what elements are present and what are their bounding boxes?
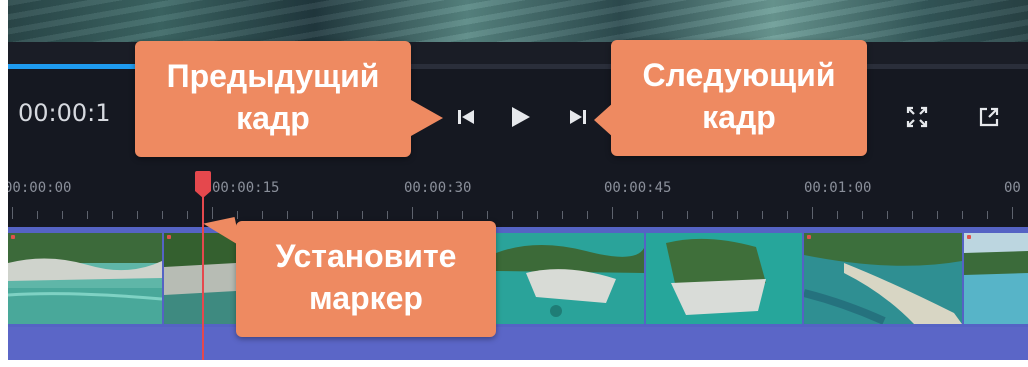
open-external-icon bbox=[977, 105, 1001, 133]
playhead-marker[interactable] bbox=[193, 171, 213, 199]
callout-pointer bbox=[594, 102, 614, 138]
ruler-tick bbox=[1012, 207, 1013, 219]
ruler-tick bbox=[237, 211, 238, 219]
callout-line: Установите bbox=[275, 238, 457, 274]
ruler-label: 00:01:00 bbox=[804, 180, 872, 196]
ruler-label: 00:00:15 bbox=[212, 180, 280, 196]
ruler-label: 00 bbox=[1004, 180, 1021, 196]
ruler-tick bbox=[937, 211, 938, 219]
ruler-tick bbox=[12, 207, 13, 219]
ruler-label: 00:00:00 bbox=[8, 180, 72, 196]
callout-line: маркер bbox=[309, 280, 423, 316]
ruler-tick bbox=[87, 211, 88, 219]
ruler-tick bbox=[762, 211, 763, 219]
ruler-tick bbox=[212, 207, 213, 219]
ruler-tick bbox=[462, 211, 463, 219]
video-clip[interactable] bbox=[496, 233, 644, 324]
callout-line: кадр bbox=[236, 100, 310, 136]
ruler-tick bbox=[662, 211, 663, 219]
ruler-tick bbox=[437, 211, 438, 219]
video-clip[interactable] bbox=[964, 233, 1028, 324]
play-icon bbox=[507, 104, 533, 134]
ruler-tick bbox=[162, 211, 163, 219]
video-clip[interactable] bbox=[8, 233, 162, 324]
ruler-tick bbox=[637, 211, 638, 219]
next-frame-button[interactable] bbox=[563, 104, 593, 134]
callout-line: Следующий bbox=[642, 57, 836, 93]
ruler-tick bbox=[37, 211, 38, 219]
ruler-tick bbox=[262, 211, 263, 219]
ruler-tick bbox=[862, 211, 863, 219]
ruler-tick bbox=[712, 211, 713, 219]
ruler-tick bbox=[737, 211, 738, 219]
playhead-line bbox=[202, 186, 204, 360]
ruler-tick bbox=[537, 211, 538, 219]
ruler-tick bbox=[312, 211, 313, 219]
ruler-tick bbox=[112, 211, 113, 219]
video-track bbox=[8, 227, 1028, 327]
ruler-tick bbox=[987, 211, 988, 219]
timecode: 00:00:1 bbox=[18, 99, 111, 127]
play-button[interactable] bbox=[505, 104, 535, 134]
ruler-tick bbox=[687, 211, 688, 219]
callout-next-frame: Следующий кадр bbox=[611, 40, 867, 156]
ruler-tick bbox=[387, 211, 388, 219]
video-clip[interactable] bbox=[646, 233, 802, 324]
ruler-tick bbox=[362, 211, 363, 219]
ruler-label: 00:00:45 bbox=[604, 180, 672, 196]
callout-line: кадр bbox=[702, 99, 776, 135]
callout-previous-frame: Предыдущий кадр bbox=[135, 41, 411, 157]
skip-next-icon bbox=[566, 105, 590, 133]
ruler-tick bbox=[787, 211, 788, 219]
skip-previous-icon bbox=[454, 105, 478, 133]
ruler-tick bbox=[587, 211, 588, 219]
ruler-tick bbox=[512, 211, 513, 219]
popout-button[interactable] bbox=[974, 104, 1004, 134]
callout-set-marker: Установите маркер bbox=[236, 221, 496, 337]
fullscreen-button[interactable] bbox=[902, 104, 932, 134]
ruler-tick bbox=[412, 207, 413, 219]
callout-line: Предыдущий bbox=[166, 58, 380, 94]
ruler-tick bbox=[837, 211, 838, 219]
ruler-label: 00:00:30 bbox=[404, 180, 472, 196]
ruler-tick bbox=[887, 211, 888, 219]
ruler-tick bbox=[337, 211, 338, 219]
fullscreen-icon bbox=[905, 105, 929, 133]
audio-track bbox=[8, 327, 1028, 360]
callout-pointer bbox=[411, 100, 443, 136]
ruler-tick bbox=[62, 211, 63, 219]
ruler-tick bbox=[137, 211, 138, 219]
video-preview bbox=[8, 0, 1028, 42]
ruler-tick bbox=[962, 211, 963, 219]
ruler-tick bbox=[912, 211, 913, 219]
ruler-tick bbox=[812, 207, 813, 219]
previous-frame-button[interactable] bbox=[451, 104, 481, 134]
ruler-tick bbox=[562, 211, 563, 219]
ruler-tick bbox=[187, 211, 188, 219]
video-clip[interactable] bbox=[804, 233, 962, 324]
ruler-tick bbox=[287, 211, 288, 219]
ruler-tick bbox=[487, 211, 488, 219]
ruler-tick bbox=[612, 207, 613, 219]
timeline-ruler[interactable]: 00:00:00 00:00:15 00:00:30 00:00:45 00:0… bbox=[8, 161, 1028, 227]
